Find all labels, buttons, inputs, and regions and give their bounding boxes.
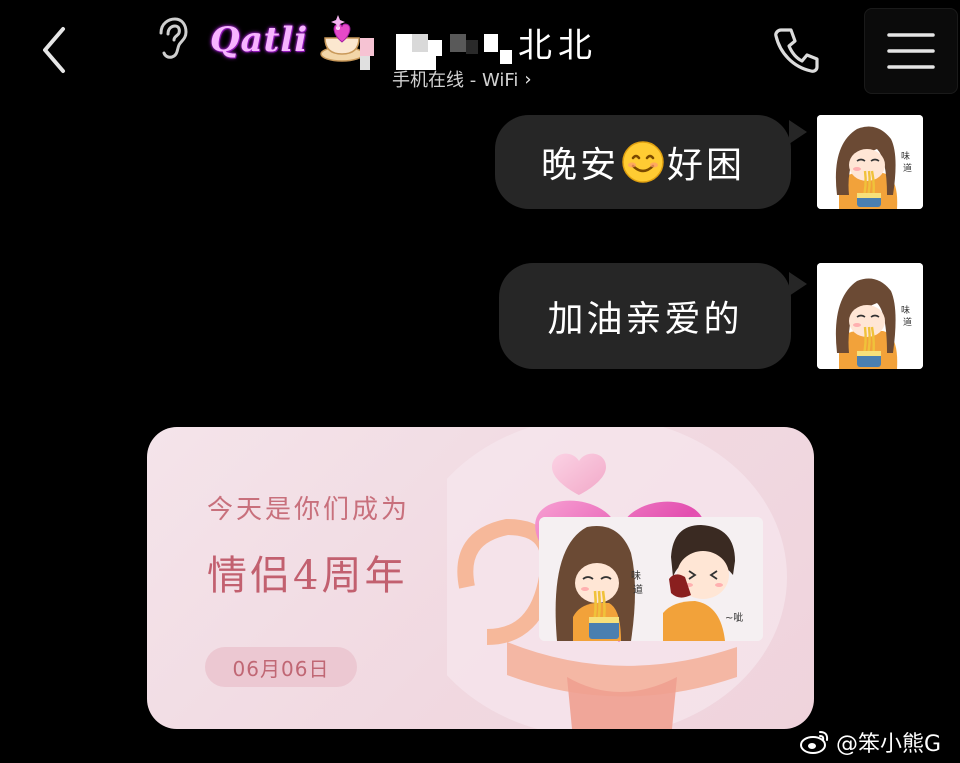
watermark: @笨小熊G (800, 726, 941, 758)
back-button[interactable] (32, 22, 76, 78)
chat-screen: Qatli 北北 手机在线 - WiFi › 晚安 好困 味 道 加油亲爱的 味… (0, 0, 960, 763)
svg-text:味: 味 (631, 570, 641, 582)
card-title: 情侣4周年 (207, 553, 408, 599)
online-status[interactable]: 手机在线 - WiFi › (392, 66, 532, 92)
svg-text:道: 道 (633, 583, 643, 596)
call-button[interactable] (768, 22, 824, 78)
couple-sticker: 味 道 ~呲 (539, 517, 763, 641)
svg-text:味: 味 (901, 304, 910, 316)
teacup-heart-icon (318, 12, 366, 64)
message-text: 加油亲爱的 (547, 299, 743, 340)
message-text: 好困 (667, 145, 746, 186)
smiling-face-icon (622, 141, 664, 183)
phone-icon (774, 28, 819, 73)
ear-icon (159, 17, 188, 59)
chevron-right-icon: › (524, 68, 532, 90)
message-bubble[interactable]: 加油亲爱的 (499, 263, 791, 369)
card-subtitle: 今天是你们成为 (207, 495, 411, 525)
svg-text:味: 味 (901, 150, 910, 162)
bubble-tail (789, 120, 807, 144)
anniversary-card[interactable]: 今天是你们成为 情侣4周年 06月06日 味 道 ~呲 (147, 427, 814, 729)
vip-logo-text: Qatli (210, 20, 309, 60)
date-badge: 06月06日 (205, 647, 357, 687)
online-status-text: 手机在线 - WiFi (392, 70, 519, 91)
chat-menu-button[interactable] (864, 8, 958, 94)
avatar[interactable]: 味 道 (817, 263, 923, 369)
vip-logo: Qatli (210, 18, 320, 64)
bubble-tail (789, 272, 807, 296)
svg-text:~呲: ~呲 (725, 612, 743, 624)
hamburger-menu-icon (887, 33, 935, 69)
avatar[interactable]: 味 道 (817, 115, 923, 209)
weibo-icon (800, 731, 829, 754)
watermark-text: @笨小熊G (836, 732, 942, 757)
contact-name[interactable]: 北北 (518, 18, 598, 67)
back-arrow-icon (43, 27, 65, 73)
ear-mode-button[interactable] (150, 16, 194, 62)
message-bubble[interactable]: 晚安 好困 (495, 115, 791, 209)
svg-text:道: 道 (903, 162, 912, 174)
svg-text:道: 道 (903, 316, 912, 328)
message-text: 晚安 (540, 145, 619, 186)
